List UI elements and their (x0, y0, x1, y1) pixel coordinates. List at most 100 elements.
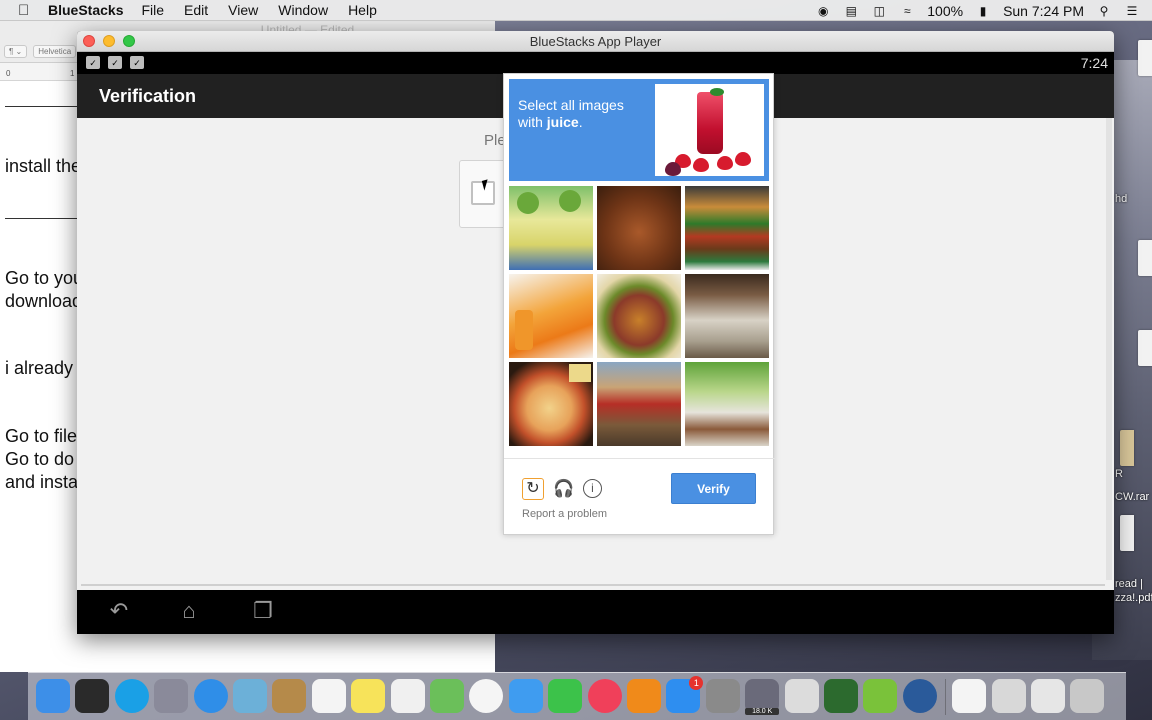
trash-icon[interactable] (1070, 679, 1105, 713)
desktop-file[interactable] (1138, 240, 1152, 276)
contacts-icon[interactable] (272, 679, 307, 713)
image-tile[interactable] (597, 362, 681, 446)
info-icon[interactable]: i (583, 479, 602, 498)
report-problem-link[interactable]: Report a problem (522, 508, 607, 520)
minimize-window-button[interactable] (103, 35, 115, 47)
desktop-file[interactable] (1138, 330, 1152, 366)
record-icon[interactable]: ◉ (815, 4, 831, 18)
status-time: 7:24 (1080, 55, 1108, 71)
rocket-icon[interactable] (154, 679, 189, 713)
challenge-header: Select all images with juice. (509, 79, 769, 181)
photos-icon[interactable] (469, 679, 504, 713)
reload-icon[interactable]: ↻ (522, 478, 544, 500)
ibooks-icon[interactable] (627, 679, 661, 713)
menu-help[interactable]: Help (348, 2, 377, 18)
carrot-juice-glass (515, 310, 533, 350)
finder-icon[interactable] (36, 679, 70, 713)
vertical-scrollbar[interactable] (1106, 118, 1112, 580)
image-tile[interactable] (597, 186, 681, 270)
apple-menu-icon[interactable]:  (18, 2, 34, 19)
notification-bag-icon: ✓ (86, 56, 100, 69)
image-tile[interactable] (509, 362, 593, 446)
prompt-keyword: juice (546, 114, 579, 130)
back-icon[interactable]: ↶ (101, 600, 137, 624)
desktop-label-rar[interactable]: CW.rar (1115, 491, 1149, 503)
image-tile[interactable] (685, 274, 769, 358)
close-window-button[interactable] (83, 35, 95, 47)
menu-file[interactable]: File (141, 2, 164, 18)
layers-icon[interactable] (863, 679, 898, 713)
verify-button[interactable]: Verify (671, 473, 756, 504)
app-store-icon[interactable]: 1 (666, 676, 704, 713)
recents-icon[interactable]: ❐ (245, 600, 281, 624)
doc-line[interactable]: and insta (5, 471, 78, 494)
home-icon[interactable]: ⌂ (171, 600, 207, 624)
doc-line[interactable]: download (5, 290, 82, 313)
notification-center-icon[interactable]: ☰ (1124, 4, 1140, 18)
notes-icon[interactable] (351, 679, 386, 713)
horizontal-scrollbar[interactable] (81, 584, 1105, 586)
window-titlebar[interactable]: BlueStacks App Player (77, 31, 1114, 52)
battery-percent[interactable]: 100% (927, 3, 963, 19)
bluestacks-dock-icon[interactable] (824, 679, 858, 713)
zoom-window-button[interactable] (123, 35, 135, 47)
doc-line[interactable]: i already (5, 357, 73, 380)
image-tile[interactable] (685, 362, 769, 446)
itunes-icon[interactable] (587, 679, 622, 713)
app-menu[interactable]: BlueStacks (48, 2, 123, 18)
doc-line[interactable]: Go to file (5, 425, 77, 448)
pizza-thumb (569, 364, 591, 382)
downloads-icon[interactable] (991, 679, 1026, 713)
bittorrent-icon[interactable] (784, 679, 819, 713)
desktop-label-r[interactable]: R (1115, 468, 1123, 480)
equalizer-menu-icon[interactable]: ▤ (843, 4, 859, 18)
image-tile[interactable] (509, 186, 593, 270)
launchpad-equalizer-icon[interactable] (75, 679, 110, 713)
doc-line[interactable]: Go to do (5, 448, 74, 471)
font-select[interactable]: Helvetica (33, 45, 77, 58)
menu-edit[interactable]: Edit (184, 2, 208, 18)
system-preferences-icon[interactable] (705, 679, 740, 713)
desktop-label-hd[interactable]: hd (1115, 193, 1127, 205)
skype-icon[interactable] (114, 679, 149, 713)
blackberry (665, 162, 681, 176)
strawberry (693, 158, 709, 172)
battery-icon[interactable]: ▮ (975, 4, 991, 18)
reminders-icon[interactable] (390, 679, 425, 713)
strawberry (717, 156, 733, 170)
image-tile[interactable] (597, 274, 681, 358)
wifi-icon[interactable]: ≈ (899, 4, 915, 18)
rar-file-icon[interactable] (1120, 430, 1134, 466)
prompt-line-1: Select all images (518, 97, 624, 113)
desktop-label-pdf[interactable]: zza!.pdf (1115, 592, 1152, 604)
preview-icon[interactable] (233, 679, 267, 713)
messages-icon[interactable] (508, 679, 543, 713)
maps-icon[interactable] (430, 679, 464, 713)
facetime-icon[interactable] (548, 679, 583, 713)
screenshot-icon[interactable] (1031, 679, 1065, 713)
prompt-end: . (578, 114, 583, 130)
quicktime-icon[interactable] (902, 679, 937, 713)
pdf-file-icon[interactable] (1120, 515, 1134, 551)
doc-line[interactable]: Go to you (5, 267, 83, 290)
audio-challenge-icon[interactable]: 🎧 (553, 478, 575, 500)
battery-status-icon[interactable]: ◫ (871, 4, 887, 18)
calendar-icon[interactable] (311, 679, 346, 713)
image-tile[interactable] (509, 274, 593, 358)
textedit-icon[interactable] (952, 679, 987, 713)
spotlight-search-icon[interactable]: ⚲ (1096, 4, 1112, 18)
kiwi-slice (559, 190, 581, 212)
paragraph-style-select[interactable]: ¶ ⌄ (4, 45, 28, 58)
menubar-clock[interactable]: Sun 7:24 PM (1003, 3, 1084, 19)
menu-bar:  BlueStacks File Edit View Window Help … (0, 0, 1152, 21)
desktop-label-read[interactable]: read | (1115, 578, 1143, 590)
network-speed-label: 18.0 K (745, 708, 780, 715)
desktop-file[interactable] (1138, 40, 1152, 76)
doc-line[interactable]: install the (5, 155, 81, 178)
image-tile[interactable] (685, 186, 769, 270)
safari-icon[interactable] (193, 679, 228, 713)
menu-view[interactable]: View (228, 2, 258, 18)
menu-window[interactable]: Window (278, 2, 328, 18)
network-icon[interactable]: 18.0 K (745, 679, 780, 715)
ruler-mark-0: 0 (6, 69, 11, 78)
